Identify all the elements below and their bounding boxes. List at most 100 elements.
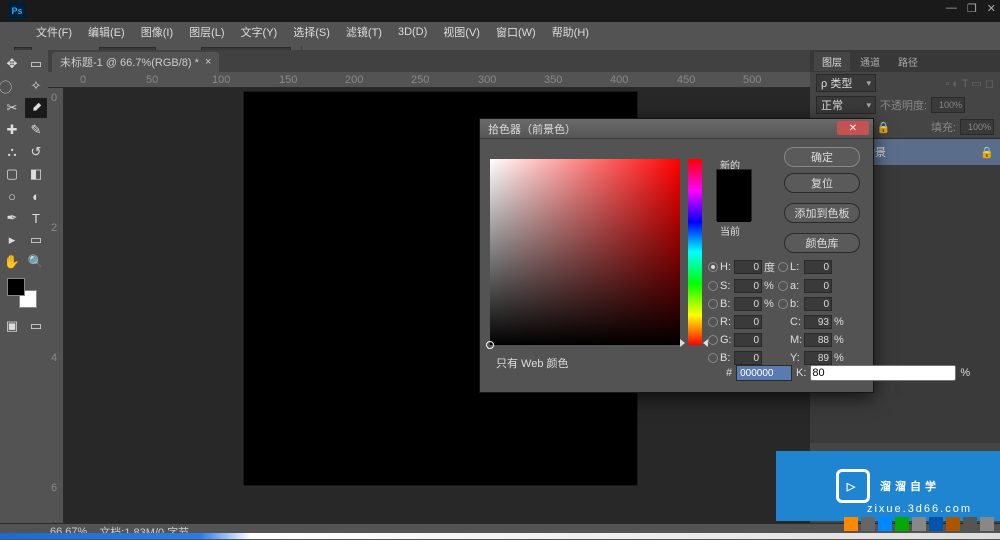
quickmask-icon[interactable]: ▣ (1, 316, 23, 336)
screenmode-icon[interactable]: ▭ (25, 316, 47, 336)
dodge-tool[interactable]: ◐ (25, 186, 47, 206)
tray-icon[interactable] (895, 517, 909, 531)
hex-input[interactable] (736, 365, 792, 381)
color-field[interactable] (490, 159, 680, 345)
menu-file[interactable]: 文件(F) (36, 24, 72, 40)
radio-b-lab[interactable] (778, 299, 788, 309)
eraser-tool[interactable]: ▢ (1, 164, 23, 184)
blur-tool[interactable]: ○ (1, 186, 23, 206)
menu-view[interactable]: 视图(V) (443, 24, 480, 40)
menu-image[interactable]: 图像(I) (141, 24, 173, 40)
ruler-tick: 300 (478, 74, 496, 86)
m-input[interactable] (804, 333, 832, 347)
tray-icon[interactable] (980, 517, 994, 531)
zoom-tool[interactable]: 🔍 (25, 252, 47, 272)
title-bar: Ps — ❐ ✕ (0, 0, 1000, 22)
picker-cursor[interactable] (486, 341, 494, 349)
a-input[interactable] (804, 279, 832, 293)
marquee-tool[interactable]: ▭ (25, 54, 47, 74)
type-tool[interactable]: T (25, 208, 47, 228)
ruler-tick: 4 (51, 352, 57, 364)
shape-tool[interactable]: ▭ (25, 230, 47, 250)
k-input[interactable] (810, 365, 956, 381)
menu-help[interactable]: 帮助(H) (552, 24, 589, 40)
menu-layer[interactable]: 图层(L) (189, 24, 224, 40)
tab-paths[interactable]: 路径 (890, 52, 926, 71)
blend-mode-dropdown[interactable]: 正常 (816, 96, 876, 114)
menu-type[interactable]: 文字(Y) (241, 24, 278, 40)
tray-icon[interactable] (861, 517, 875, 531)
radio-s[interactable] (708, 281, 718, 291)
s-input[interactable] (734, 279, 762, 293)
magic-wand-tool[interactable]: ✧ (25, 76, 47, 96)
history-brush-tool[interactable]: ↺ (25, 142, 47, 162)
b-hsb-input[interactable] (734, 297, 762, 311)
pen-tool[interactable]: ✒ (1, 208, 23, 228)
ok-button[interactable]: 确定 (784, 147, 860, 167)
current-color[interactable] (717, 196, 751, 222)
radio-r[interactable] (708, 317, 718, 327)
menu-window[interactable]: 窗口(W) (496, 24, 536, 40)
layer-kind-dropdown[interactable]: ρ 类型 (816, 74, 876, 92)
g-input[interactable] (734, 333, 762, 347)
tray-icon[interactable] (963, 517, 977, 531)
menu-select[interactable]: 选择(S) (293, 24, 330, 40)
dialog-titlebar[interactable]: 拾色器（前景色） ✕ (480, 119, 873, 139)
dialog-title: 拾色器（前景色） (488, 121, 576, 137)
menu-edit[interactable]: 编辑(E) (88, 24, 125, 40)
gradient-tool[interactable]: ◧ (25, 164, 47, 184)
doc-tab-close[interactable]: × (205, 56, 211, 68)
tray-icon[interactable] (946, 517, 960, 531)
stamp-tool[interactable]: ⛬ (1, 142, 23, 162)
path-select-tool[interactable]: ▸ (1, 230, 23, 250)
b-lab-input[interactable] (804, 297, 832, 311)
opacity-label: 不透明度: (880, 97, 927, 113)
healing-tool[interactable]: ✚ (1, 120, 23, 140)
ruler-tick: 450 (677, 74, 695, 86)
tray-icon[interactable] (912, 517, 926, 531)
radio-g[interactable] (708, 335, 718, 345)
radio-b-rgb[interactable] (708, 353, 718, 363)
dialog-close-button[interactable]: ✕ (837, 121, 869, 135)
tray-icon[interactable] (844, 517, 858, 531)
current-color-label: 当前 (720, 223, 740, 238)
radio-a[interactable] (778, 281, 788, 291)
tray-icon[interactable] (878, 517, 892, 531)
c-input[interactable] (804, 315, 832, 329)
hue-slider[interactable] (688, 159, 702, 345)
hue-indicator-left-icon (680, 339, 685, 347)
restore-button[interactable]: ❐ (967, 2, 977, 15)
close-window-button[interactable]: ✕ (987, 2, 996, 15)
color-library-button[interactable]: 颜色库 (784, 233, 860, 253)
y-input[interactable] (804, 351, 832, 365)
fill-input[interactable] (960, 119, 994, 135)
foreground-color-swatch[interactable] (7, 278, 25, 296)
h-input[interactable] (734, 260, 762, 274)
tab-layers[interactable]: 图层 (814, 52, 850, 71)
lasso-tool[interactable]: ⃝ (1, 76, 23, 96)
l-input[interactable] (804, 260, 832, 274)
menu-3d[interactable]: 3D(D) (398, 26, 427, 38)
radio-b-hsb[interactable] (708, 299, 718, 309)
radio-l[interactable] (778, 262, 788, 272)
add-swatch-button[interactable]: 添加到色板 (784, 203, 860, 223)
r-input[interactable] (734, 315, 762, 329)
move-tool[interactable]: ✥ (1, 54, 23, 74)
hand-tool[interactable]: ✋ (1, 252, 23, 272)
menu-filter[interactable]: 滤镜(T) (346, 24, 382, 40)
taskbar[interactable] (0, 533, 1000, 539)
brush-tool[interactable]: ✎ (25, 120, 47, 140)
reset-button[interactable]: 复位 (784, 173, 860, 193)
web-only-label: 只有 Web 颜色 (496, 355, 569, 371)
radio-h[interactable] (708, 262, 718, 272)
tray-icon[interactable] (929, 517, 943, 531)
tab-channels[interactable]: 通道 (852, 52, 888, 71)
minimize-button[interactable]: — (946, 2, 957, 15)
b-rgb-input[interactable] (734, 351, 762, 365)
crop-tool[interactable]: ✂ (1, 98, 23, 118)
toolbox: ✥ ▭ ⃝ ✧ ✂ ✚ ✎ ⛬ ↺ ▢ ◧ ○ ◐ ✒ T ▸ ▭ ✋ 🔍 ▣ … (0, 50, 48, 523)
color-swatches (1, 274, 47, 314)
opacity-input[interactable] (931, 97, 965, 113)
eyedropper-tool[interactable] (25, 98, 47, 118)
doc-tab[interactable]: 未标题-1 @ 66.7%(RGB/8) * × (52, 52, 219, 72)
